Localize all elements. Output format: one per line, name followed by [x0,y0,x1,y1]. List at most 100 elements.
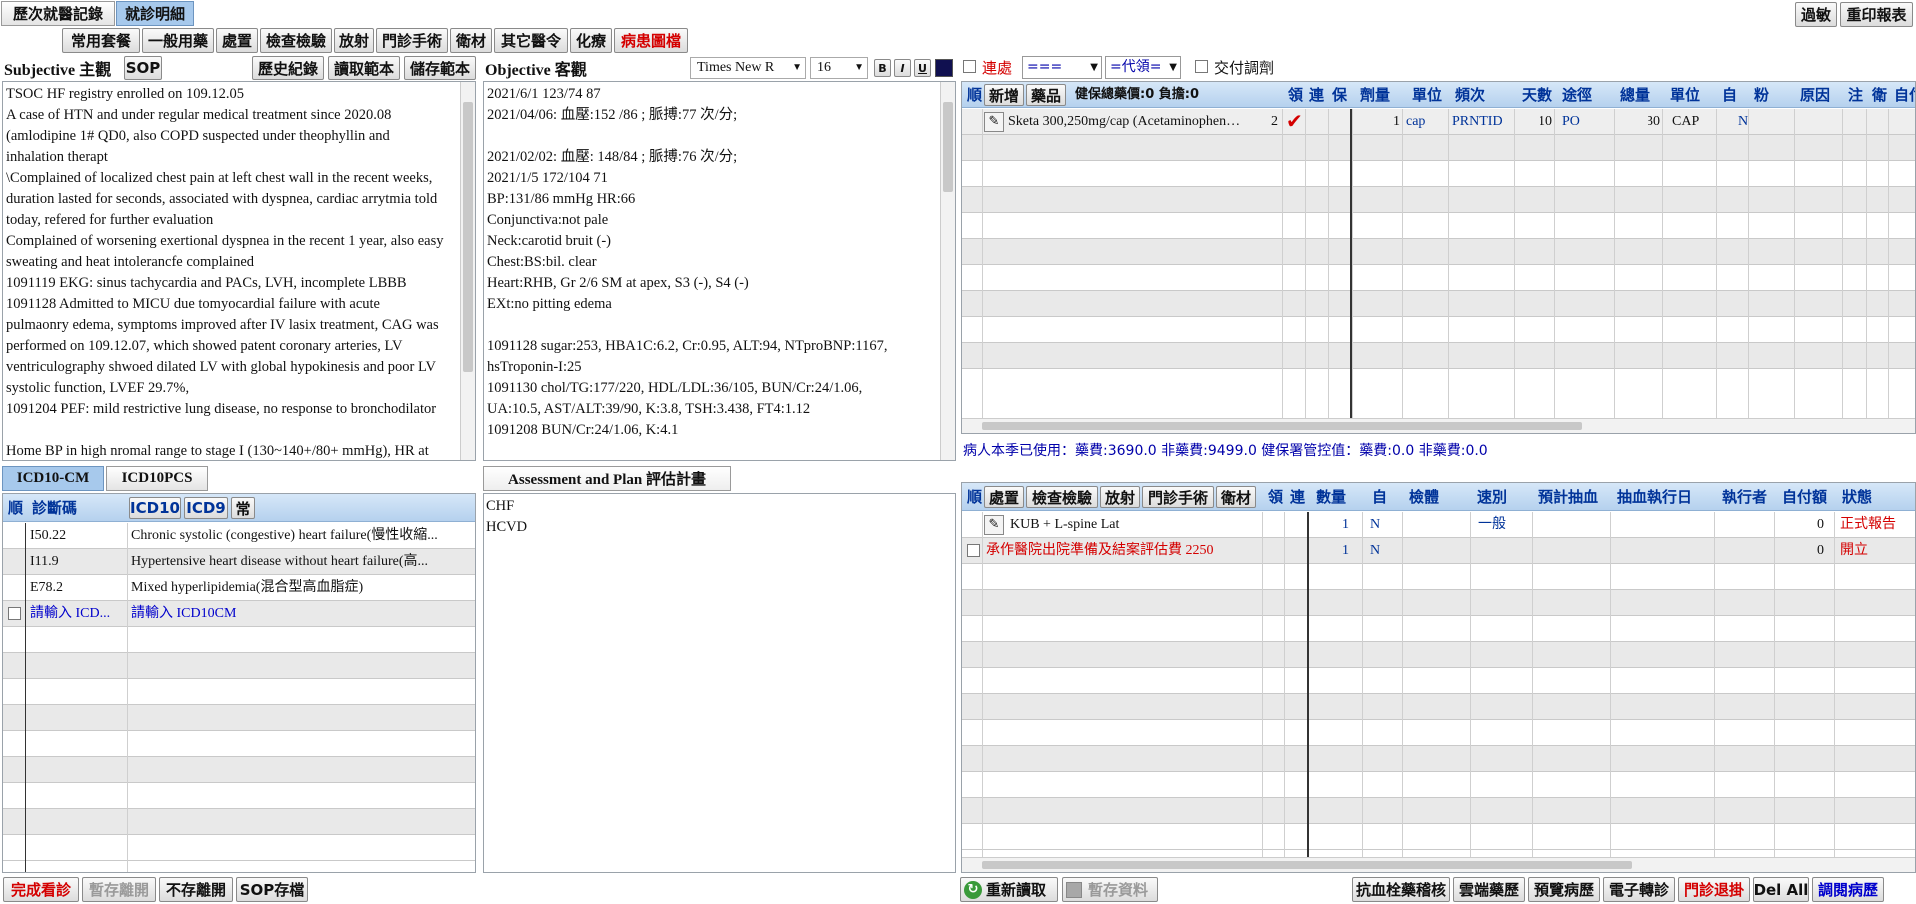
order-row[interactable] [962,642,1915,668]
sop-button[interactable]: SOP [124,56,162,80]
tab-visit-detail[interactable]: 就診明細 [116,1,194,26]
diagnosis-row[interactable] [3,835,475,861]
exit-without-save-button[interactable]: 不存離開 [159,877,233,902]
delete-all-button[interactable]: Del All [1753,877,1809,902]
objective-line: UA:10.5, AST/ALT:39/90, K:3.8, TSH:3.438… [487,401,811,417]
add-medication-button[interactable]: 新增 [984,84,1024,106]
toolbar-chemo-button[interactable]: 化療 [570,28,612,53]
order-row[interactable] [962,720,1915,746]
diagnosis-code: 請輸入 ICD... [30,606,111,621]
order-supplies-button[interactable]: 衛材 [1216,486,1256,508]
dispense-select[interactable]: =代領= ▼ [1105,56,1181,79]
order-row[interactable] [962,564,1915,590]
diagnosis-select-checkbox[interactable] [8,607,21,620]
view-records-button[interactable]: 調閱病歷 [1812,877,1884,902]
toolbar-outpatient-surgery-button[interactable]: 門診手術 [376,28,448,53]
text-color-picker[interactable] [935,59,953,77]
objective-textarea[interactable]: 2021/6/1 123/74 87 2021/04/06: 血壓:152 /86… [483,81,956,461]
order-outpatient-surgery-button[interactable]: 門診手術 [1142,486,1214,508]
medication-row[interactable] [962,291,1915,317]
assessment-textarea[interactable]: CHF HCVD [483,493,956,873]
grid-line [982,512,983,857]
toolbar-patient-images-button[interactable]: 病患圖檔 [614,28,688,53]
order-lab-exam-button[interactable]: 檢查檢驗 [1026,486,1098,508]
history-record-button[interactable]: 歷史紀錄 [252,56,324,80]
order-row[interactable] [962,824,1915,850]
medication-row[interactable] [962,213,1915,239]
drug-search-button[interactable]: 藥品 [1026,84,1066,106]
objective-line: EXt:no pitting edema [487,296,612,312]
diagnosis-row[interactable] [3,783,475,809]
order-select-checkbox[interactable] [967,544,980,557]
order-row[interactable] [962,590,1915,616]
e-referral-button[interactable]: 電子轉診 [1603,877,1675,902]
diagnosis-row[interactable] [3,731,475,757]
icd9-button[interactable]: ICD9 [184,497,228,519]
antithrombotic-audit-button[interactable]: 抗血栓藥稽核 [1352,877,1450,902]
deliver-dispense-checkbox[interactable] [1195,60,1208,73]
italic-button[interactable]: I [894,59,911,77]
font-size-select[interactable]: 16 ▼ [810,57,868,79]
icd10-button[interactable]: ICD10 [129,497,181,519]
bold-button[interactable]: B [874,59,891,77]
diagnosis-row[interactable] [3,679,475,705]
preview-record-button[interactable]: 預覽病歷 [1528,877,1600,902]
tab-icd10cm[interactable]: ICD10-CM [2,466,104,491]
tab-icd10pcs[interactable]: ICD10PCS [106,466,208,491]
sop-save-button[interactable]: SOP存檔 [236,877,308,902]
objective-scrollbar[interactable] [940,82,955,460]
temp-save-exit-button[interactable]: 暫存離開 [82,877,156,902]
underline-button[interactable]: U [914,59,931,77]
tab-visit-history[interactable]: 歷次就醫記錄 [1,1,115,26]
order-row[interactable] [962,616,1915,642]
diagnosis-row[interactable] [3,809,475,835]
order-treatment-button[interactable]: 處置 [984,486,1024,508]
diagnosis-row[interactable] [3,757,475,783]
order-radiology-button[interactable]: 放射 [1100,486,1140,508]
order-row[interactable] [962,772,1915,798]
order-row[interactable] [962,694,1915,720]
read-template-button[interactable]: 讀取範本 [328,56,400,80]
medication-row[interactable] [962,239,1915,265]
medication-row[interactable] [962,317,1915,343]
finish-visit-button[interactable]: 完成看診 [3,877,79,902]
diagnosis-row[interactable] [3,705,475,731]
save-template-button[interactable]: 儲存範本 [404,56,476,80]
diagnosis-row[interactable] [3,653,475,679]
medication-row[interactable] [962,135,1915,161]
reprint-report-button[interactable]: 重印報表 [1840,2,1913,27]
medication-row[interactable] [962,343,1915,369]
toolbar-general-med-button[interactable]: 一般用藥 [142,28,214,53]
toolbar-other-orders-button[interactable]: 其它醫令 [494,28,568,53]
cancel-registration-button[interactable]: 門診退掛 [1678,877,1750,902]
common-icd-button[interactable]: 常 [231,497,255,519]
medication-row[interactable] [962,265,1915,291]
toolbar-treatment-button[interactable]: 處置 [216,28,258,53]
order-row[interactable] [962,746,1915,772]
continuous-rx-checkbox[interactable] [963,60,976,73]
edit-pencil-icon[interactable]: ✎ [984,112,1004,132]
temp-save-data-button[interactable]: 暫存資料 [1062,877,1158,902]
edit-pencil-icon[interactable]: ✎ [984,515,1004,535]
medication-hscrollbar[interactable] [962,418,1915,433]
toolbar-radiology-button[interactable]: 放射 [334,28,374,53]
font-family-select[interactable]: Times New R ▼ [690,57,806,79]
rx-type-select[interactable]: === ▼ [1022,56,1102,79]
received-check-icon[interactable]: ✔ [1286,109,1303,133]
medication-row[interactable] [962,187,1915,213]
medication-row[interactable] [962,161,1915,187]
diagnosis-row[interactable] [3,627,475,653]
orders-hscrollbar[interactable] [962,857,1915,872]
subjective-textarea[interactable]: TSOC HF registry enrolled on 109.12.05 A … [2,81,476,461]
order-row[interactable] [962,798,1915,824]
order-row[interactable] [962,668,1915,694]
cloud-medication-button[interactable]: 雲端藥歷 [1453,877,1525,902]
toolbar-supplies-button[interactable]: 衛材 [450,28,492,53]
subjective-scrollbar[interactable] [460,82,475,460]
med-col-header: 保 [1332,86,1348,104]
reload-button[interactable]: ↻ 重新讀取 [960,877,1058,902]
toolbar-package-button[interactable]: 常用套餐 [62,28,140,53]
toolbar-lab-exam-button[interactable]: 檢查檢驗 [260,28,332,53]
tab-assessment-plan[interactable]: Assessment and Plan 評估計畫 [483,466,731,491]
allergy-button[interactable]: 過敏 [1795,2,1837,27]
